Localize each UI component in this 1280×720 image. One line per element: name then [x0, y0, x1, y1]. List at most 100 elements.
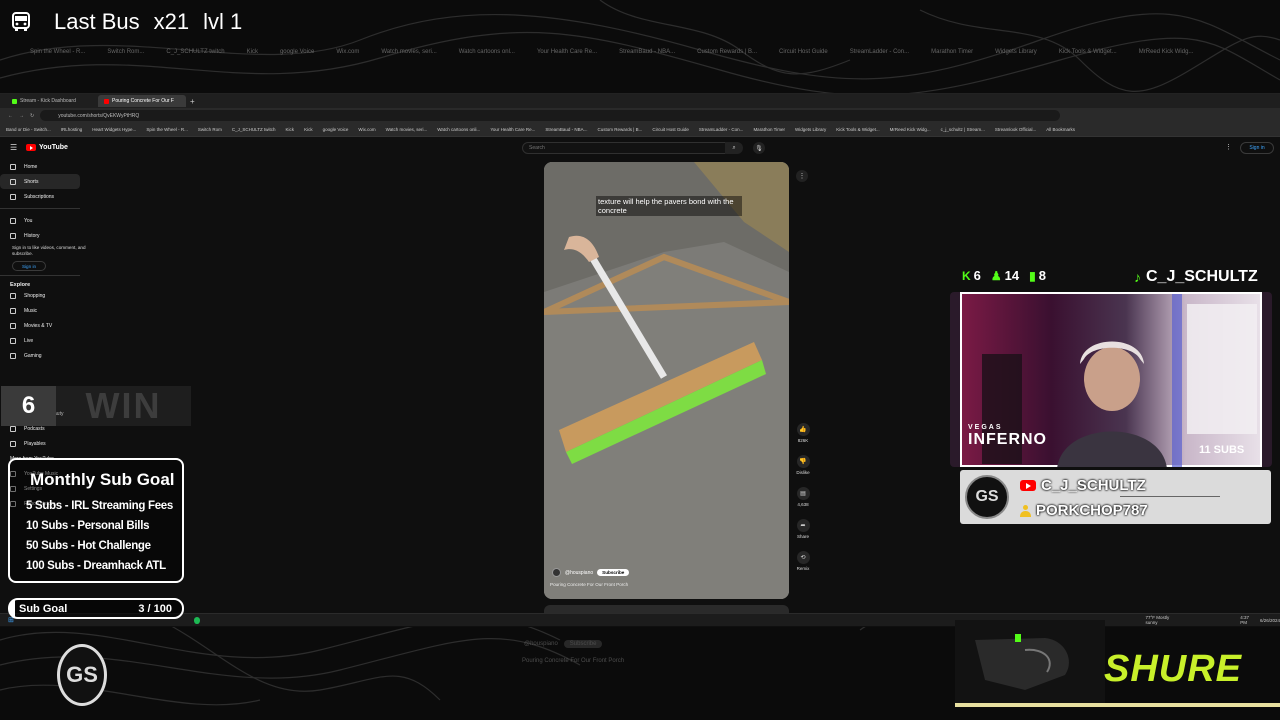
tab-youtube-short[interactable]: Pouring Concrete For Our F [98, 95, 186, 107]
youtube-favicon-icon [104, 98, 109, 104]
channel-avatar[interactable] [552, 568, 561, 577]
bookmark-item[interactable]: Spin the Wheel - R... [146, 127, 188, 132]
youtube-logo[interactable]: YouTube [26, 144, 68, 151]
tab-label: Stream - Kick Dashboard [20, 98, 76, 104]
subscriptions-icon [10, 193, 16, 200]
username-text: C_J_SCHULTZ [1146, 268, 1258, 285]
sidebar-divider [0, 275, 80, 276]
bookmark-item[interactable]: google Voice [323, 127, 349, 132]
new-tab-icon[interactable]: + [190, 97, 195, 106]
back-icon[interactable]: ← [8, 113, 13, 119]
short-more-icon[interactable]: ⋮ [796, 170, 808, 182]
short-title[interactable]: Pouring Concrete For Our Front Porch [550, 582, 628, 587]
tab-kick-dashboard[interactable]: Stream - Kick Dashboard [6, 95, 94, 107]
sub-goal-count: 3 / 100 [138, 603, 172, 615]
bookmark-item[interactable]: Kick [304, 127, 313, 132]
bookmark-item[interactable]: Switch Rom [198, 127, 222, 132]
sidebar-item-you[interactable]: You [0, 213, 90, 228]
bookmark-item[interactable]: Kick Tools & Widget... [836, 127, 879, 132]
ghost-channel-handle: @houspiano [524, 641, 558, 647]
goal-item: 100 Subs - Dreamhack ATL [26, 560, 166, 572]
bookmark-item[interactable]: Marathon Timer [753, 127, 785, 132]
bookmark-item[interactable]: Kick [286, 127, 295, 132]
ghost-bookmark: Switch Rom... [107, 49, 145, 55]
gaming-icon [10, 352, 16, 359]
comments-action[interactable]: ▤ 4,638 [794, 487, 812, 507]
overlay-multiplier: x21 [153, 9, 190, 34]
microphone-icon [955, 620, 1105, 706]
sidebar-item-shopping[interactable]: Shopping [0, 288, 90, 303]
sidebar-label: You [24, 217, 33, 224]
bookmark-item[interactable]: Watch movies, seri... [386, 127, 428, 132]
bookmark-item[interactable]: MrReed Kick Widg... [890, 127, 931, 132]
sidebar-item-gaming[interactable]: Gaming [0, 348, 90, 363]
address-bar-row: ← → ↻ youtube.com/shorts/QvEKWyPtHRQ [0, 108, 1280, 123]
kick-follower-stat: K6 [962, 268, 981, 283]
like-action[interactable]: 👍 826K [794, 423, 812, 443]
bookmark-item[interactable]: Band or Die - Switch... [6, 127, 51, 132]
ghost-bookmark: StreamLadder - Con... [849, 49, 910, 55]
person-icon: ♟ [990, 268, 1002, 283]
shopping-icon [10, 292, 16, 299]
clock-time[interactable]: 4:37 PM [1240, 615, 1256, 625]
forward-icon[interactable]: → [19, 113, 24, 119]
sidebar-item-music[interactable]: Music [0, 303, 90, 318]
you-icon [10, 217, 16, 224]
bookmark-item[interactable]: Circuit Host Guide [652, 127, 689, 132]
ghost-bookmark: Watch movies, seri... [381, 49, 437, 55]
sidebar-sign-in-button[interactable]: Sign in [12, 261, 46, 271]
bookmark-item[interactable]: C_J_SCHULTZ twitch [232, 127, 276, 132]
bookmark-item[interactable]: Widgets Library [795, 127, 826, 132]
bookmark-item[interactable]: Wix.com [358, 127, 375, 132]
sidebar-item-subscriptions[interactable]: Subscriptions [0, 189, 90, 204]
bookmark-item[interactable]: All Bookmarks [1046, 127, 1075, 132]
youtube-logo-text: YouTube [39, 144, 68, 151]
remix-action[interactable]: ⟲ Remix [794, 551, 812, 571]
sidebar-item-history[interactable]: History [0, 228, 90, 243]
youtube-play-icon [26, 144, 36, 151]
hamburger-icon[interactable]: ☰ [10, 143, 17, 152]
youtube-social-row: C_J_SCHULTZ [1020, 477, 1146, 494]
channel-handle[interactable]: @houspiano [565, 570, 593, 576]
weather-widget[interactable]: 77°F Mostly sunny [1145, 615, 1180, 625]
mic-icon[interactable]: 🎙 [753, 142, 765, 154]
shure-logo: SHURE [1104, 648, 1243, 690]
ghost-bookmark: Kick Tools & Widget... [1058, 49, 1117, 55]
bookmark-item[interactable]: StreamLadder - Con... [699, 127, 744, 132]
search-input[interactable]: Search [522, 142, 742, 154]
reload-icon[interactable]: ↻ [30, 113, 34, 119]
more-options-icon[interactable]: ⋮ [1225, 143, 1232, 151]
bars-count: 8 [1038, 268, 1046, 283]
ghost-bookmark: Your Health Care Re... [536, 49, 598, 55]
subscribe-button[interactable]: Subscribe [597, 569, 630, 576]
movies-icon [10, 322, 16, 329]
sidebar-item-shorts[interactable]: Shorts [0, 174, 80, 189]
vegas-text: VEGAS [968, 424, 1003, 431]
remix-icon: ⟲ [796, 551, 810, 564]
short-video-player[interactable]: texture will help the pavers bond with t… [544, 162, 789, 599]
url-field[interactable]: youtube.com/shorts/QvEKWyPtHRQ [40, 110, 1061, 121]
overlay-title: Last Bus [54, 9, 140, 34]
spotify-icon[interactable] [193, 616, 201, 624]
sidebar-item-home[interactable]: Home [0, 159, 90, 174]
share-action[interactable]: ➦ Share [794, 519, 812, 539]
bookmark-item[interactable]: Streamlook Official... [995, 127, 1036, 132]
search-icon[interactable]: ⌕ [725, 142, 743, 154]
viewer-stat: ♟ 14 [991, 268, 1019, 283]
dislike-action[interactable]: 👎 Dislike [794, 455, 812, 475]
bookmark-item[interactable]: Heart Widgets Hype... [92, 127, 136, 132]
bookmark-item[interactable]: c_j_schultz | Stream... [941, 127, 985, 132]
bookmark-item[interactable]: IRLhosting [61, 127, 83, 132]
bookmark-item[interactable]: Watch cartoons onli... [437, 127, 480, 132]
bookmark-item[interactable]: Custom Rewards | B... [597, 127, 642, 132]
sidebar-item-live[interactable]: Live [0, 333, 90, 348]
channel-row: @houspiano Subscribe [552, 568, 630, 577]
sidebar-item-movies[interactable]: Movies & TV [0, 318, 90, 333]
clock-date[interactable]: 6/26/2024 [1260, 618, 1280, 623]
music-icon [10, 307, 16, 314]
bookmark-item[interactable]: Your Health Care Re... [490, 127, 535, 132]
sign-in-button[interactable]: Sign in [1240, 142, 1274, 154]
sidebar-label: Live [24, 337, 34, 344]
bookmark-item[interactable]: StreamBaud - NBA... [545, 127, 587, 132]
sidebar-item-playables[interactable]: Playables [0, 436, 90, 451]
